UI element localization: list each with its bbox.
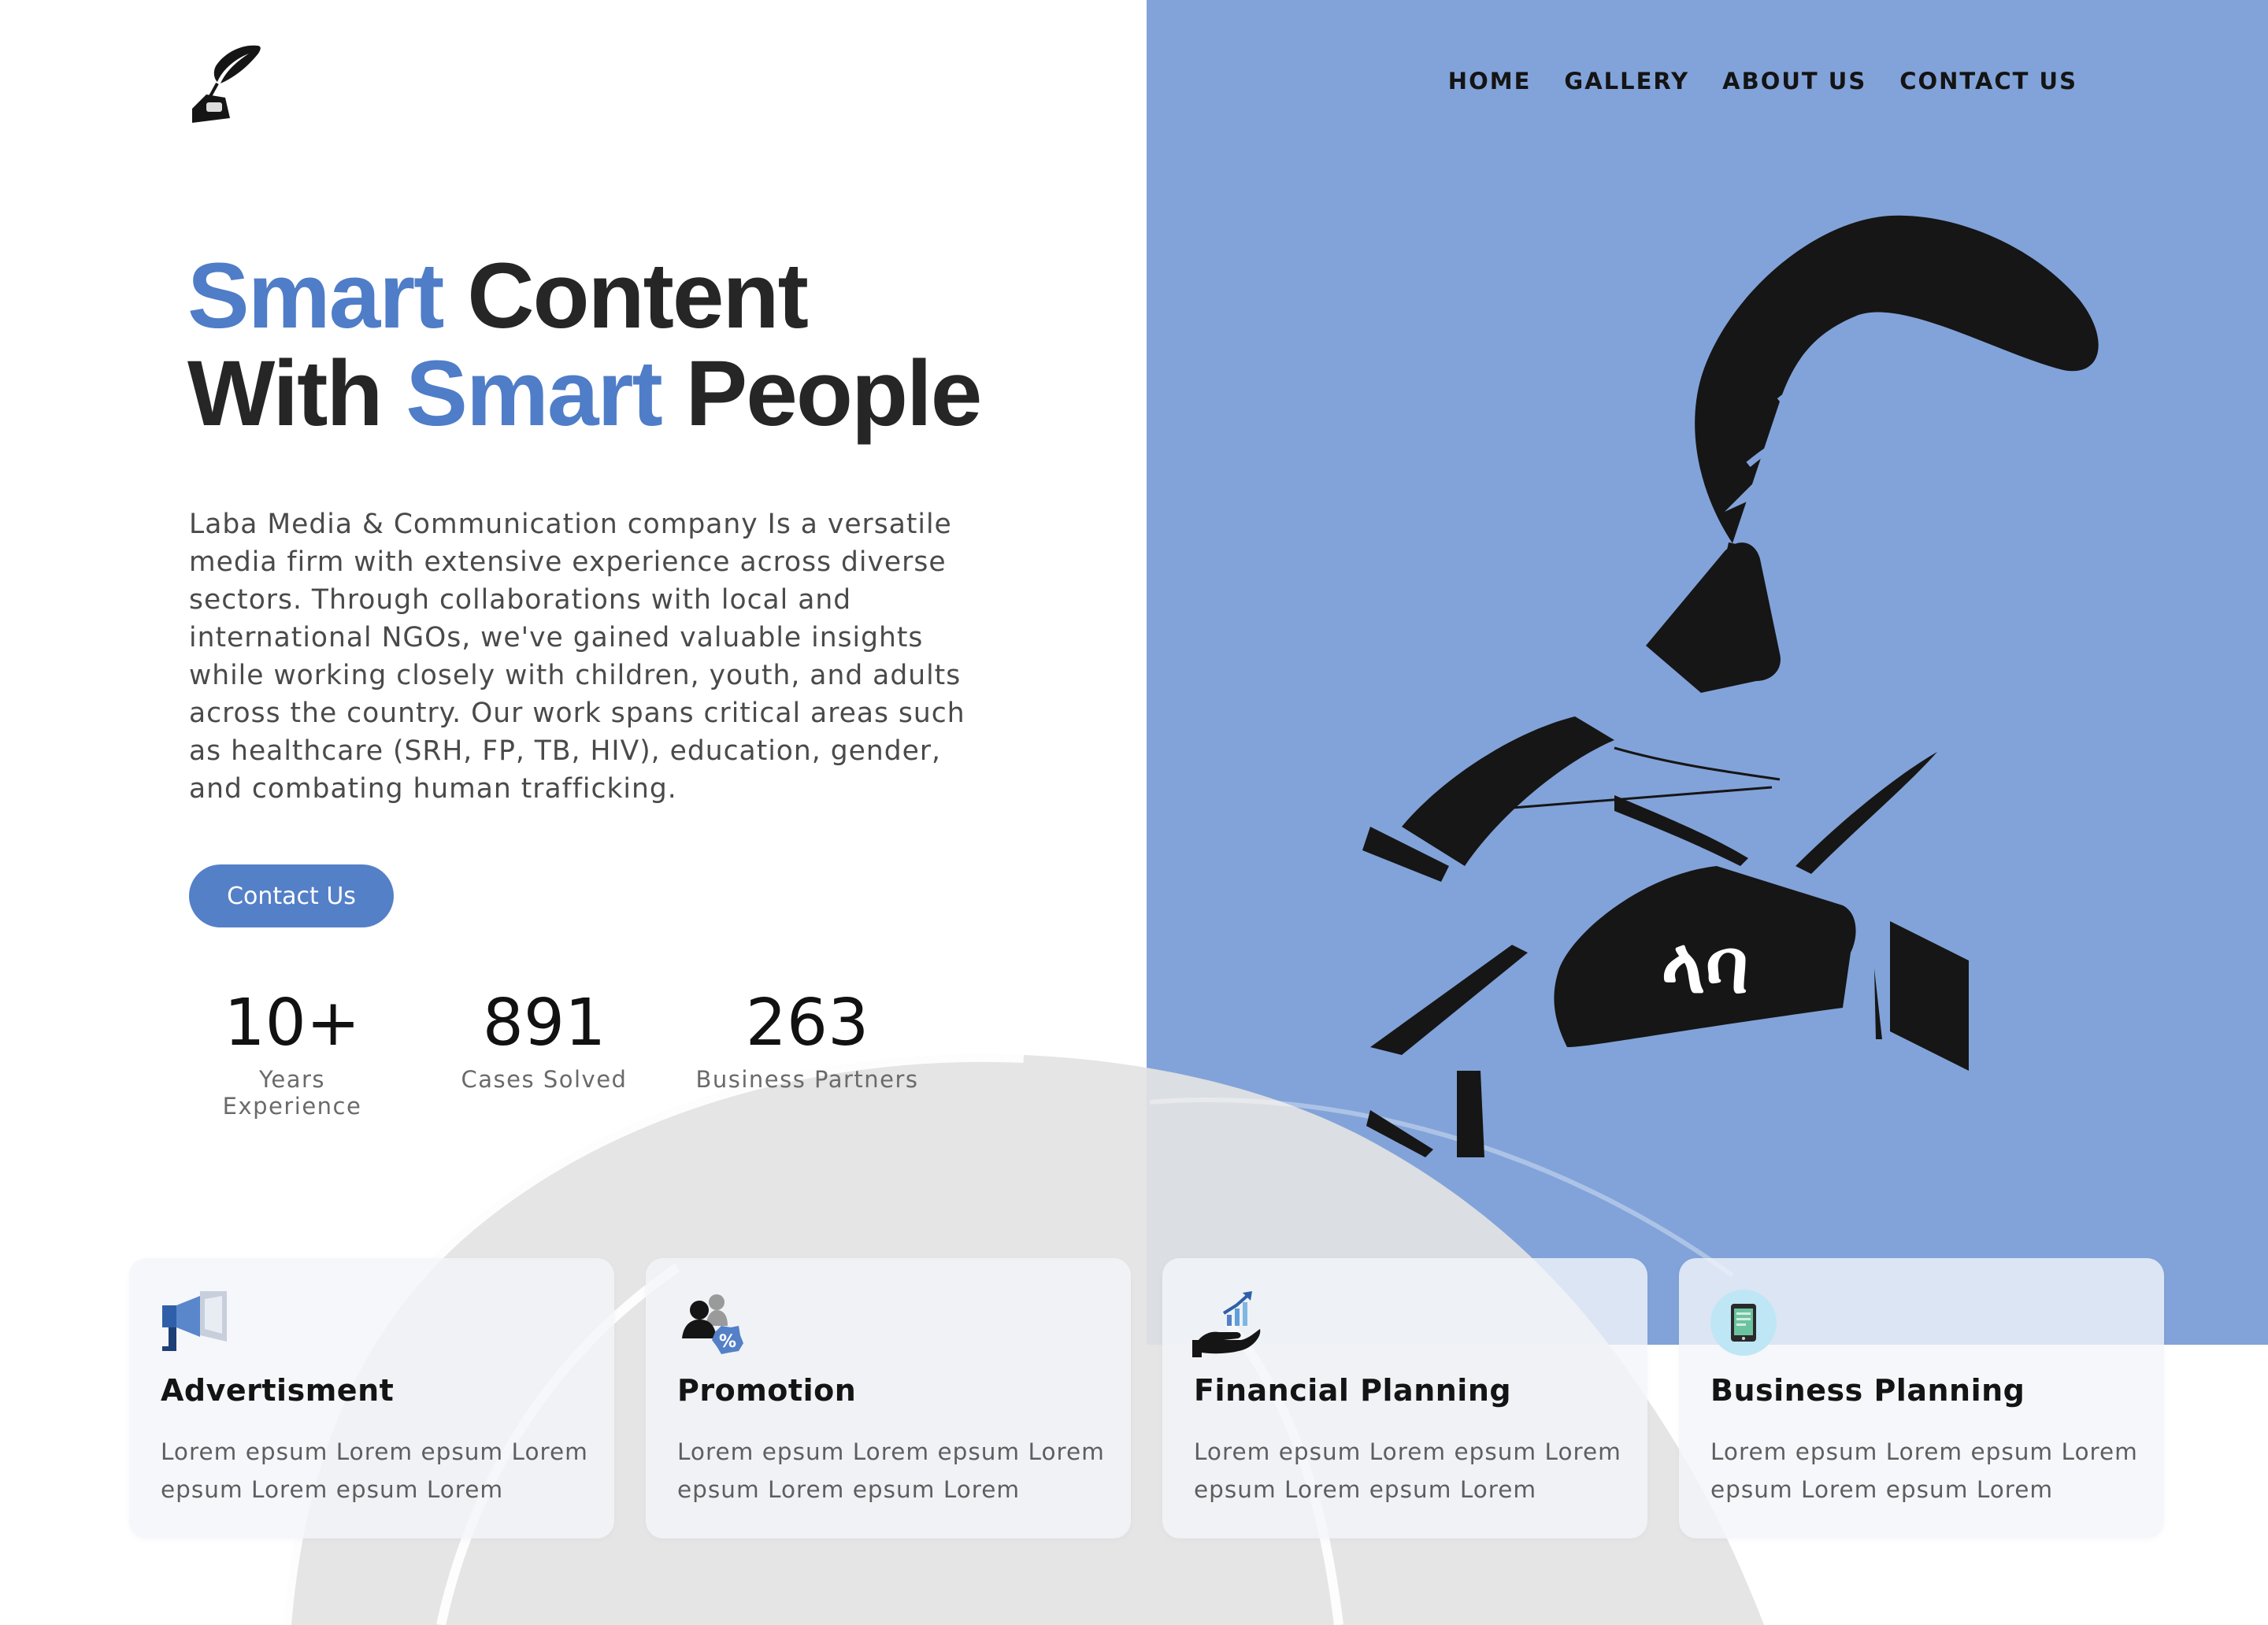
- hero-title-line1-rest: Content: [443, 244, 809, 348]
- stat-years-experience: 10+ Years Experience: [189, 984, 395, 1120]
- megaphone-icon: [162, 1291, 227, 1351]
- service-title: Promotion: [677, 1373, 857, 1408]
- nav-about-us[interactable]: ABOUT US: [1722, 68, 1866, 94]
- service-card-advertisment[interactable]: Advertisment Lorem epsum Lorem epsum Lor…: [129, 1258, 614, 1538]
- stat-value: 891: [482, 986, 606, 1061]
- svg-text:%: %: [719, 1332, 736, 1352]
- inkwell-badge-text: ላባ: [1662, 922, 1749, 1010]
- hero-title-line2-start: With: [187, 342, 406, 446]
- stat-label: Years Experience: [222, 1066, 362, 1120]
- stat-value: 10+: [224, 986, 361, 1061]
- main-nav: HOME GALLERY ABOUT US CONTACT US: [1448, 68, 2077, 94]
- tablet-icon: [1710, 1290, 1777, 1356]
- service-text: Lorem epsum Lorem epsum Lorem epsum Lore…: [161, 1438, 588, 1503]
- hero-title: Smart Content With Smart People: [187, 244, 982, 442]
- quill-inkwell-illustration: ላባ: [1362, 215, 2099, 1157]
- service-title: Financial Planning: [1194, 1373, 1512, 1408]
- hero-title-line2-end: People: [661, 342, 983, 446]
- hero-title-accent-2: Smart: [406, 342, 662, 446]
- service-title: Business Planning: [1710, 1373, 2025, 1408]
- financial-hand-icon: [1192, 1291, 1261, 1357]
- stat-label: Cases Solved: [461, 1066, 628, 1093]
- laba-logo-icon[interactable]: [186, 43, 266, 126]
- service-title: Advertisment: [161, 1373, 395, 1408]
- nav-contact-us[interactable]: CONTACT US: [1899, 68, 2077, 94]
- nav-home[interactable]: HOME: [1448, 68, 1532, 94]
- service-text: Lorem epsum Lorem epsum Lorem epsum Lore…: [677, 1438, 1105, 1503]
- service-text: Lorem epsum Lorem epsum Lorem epsum Lore…: [1710, 1438, 2138, 1503]
- service-card-business-planning[interactable]: Business Planning Lorem epsum Lorem epsu…: [1679, 1258, 2164, 1538]
- nav-gallery[interactable]: GALLERY: [1564, 68, 1689, 94]
- stat-label: Business Partners: [695, 1066, 919, 1093]
- contact-us-button[interactable]: Contact Us: [189, 864, 394, 927]
- promotion-icon: %: [682, 1294, 743, 1354]
- stat-value: 263: [745, 986, 869, 1061]
- service-text: Lorem epsum Lorem epsum Lorem epsum Lore…: [1194, 1438, 1621, 1503]
- stat-cases-solved: 891 Cases Solved: [449, 984, 639, 1093]
- service-card-financial-planning[interactable]: Financial Planning Lorem epsum Lorem eps…: [1162, 1258, 1647, 1538]
- hero-title-accent-1: Smart: [187, 244, 444, 348]
- hero-description: Laba Media & Communication company Is a …: [189, 509, 965, 805]
- service-card-promotion[interactable]: % Promotion Lorem epsum Lorem epsum Lore…: [646, 1258, 1131, 1538]
- stat-business-partners: 263 Business Partners: [693, 984, 921, 1093]
